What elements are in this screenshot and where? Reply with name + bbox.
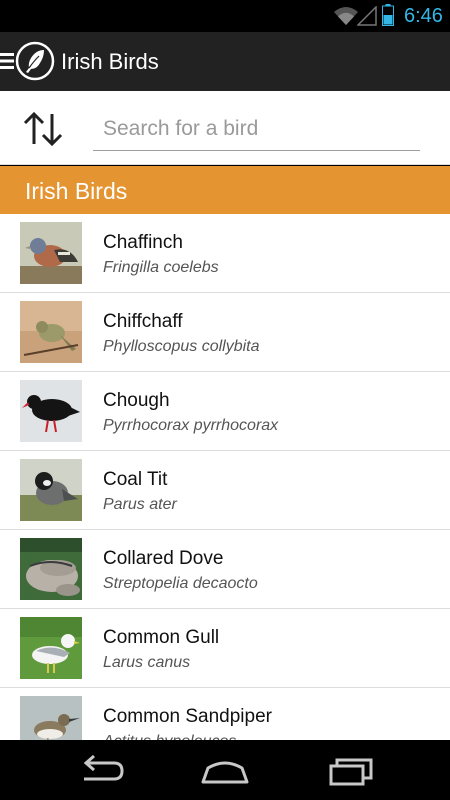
bird-thumbnail bbox=[20, 617, 82, 679]
app-title: Irish Birds bbox=[61, 49, 159, 74]
sort-up-down-arrows-icon[interactable] bbox=[22, 109, 64, 149]
bird-thumbnail bbox=[20, 380, 82, 442]
bird-common-name: Coal Tit bbox=[103, 469, 168, 490]
list-item-chiffchaff[interactable]: Chiffchaff Phylloscopus collybita bbox=[0, 293, 450, 372]
bird-common-name: Chough bbox=[103, 390, 170, 411]
status-clock: 6:46 bbox=[404, 5, 443, 27]
bird-latin-name: Larus canus bbox=[103, 654, 191, 671]
back-arrow-icon[interactable] bbox=[76, 754, 126, 786]
bird-latin-name: Streptopelia decaocto bbox=[103, 575, 258, 592]
bird-thumbnail bbox=[20, 696, 82, 740]
bird-latin-name: Actitus hypoleucos bbox=[103, 732, 236, 740]
bird-common-name: Chaffinch bbox=[103, 232, 183, 253]
bird-feather-logo-icon[interactable] bbox=[15, 41, 55, 81]
list-item-common-sandpiper[interactable]: Common Sandpiper Actitus hypoleucos bbox=[0, 688, 450, 740]
recent-apps-icon[interactable] bbox=[327, 754, 377, 786]
hamburger-menu-icon[interactable] bbox=[0, 51, 14, 71]
bird-latin-name: Fringilla coelebs bbox=[103, 259, 219, 276]
list-item-coal-tit[interactable]: Coal Tit Parus ater bbox=[0, 451, 450, 530]
cell-signal-icon bbox=[357, 6, 377, 26]
search-input[interactable] bbox=[93, 107, 420, 151]
bird-latin-name: Phylloscopus collybita bbox=[103, 338, 260, 355]
bird-latin-name: Parus ater bbox=[103, 496, 177, 513]
list-item-chaffinch[interactable]: Chaffinch Fringilla coelebs bbox=[0, 214, 450, 293]
bird-thumbnail bbox=[20, 301, 82, 363]
status-bar: 6:46 bbox=[0, 0, 450, 32]
section-header: Irish Birds bbox=[0, 166, 450, 214]
list-item-chough[interactable]: Chough Pyrrhocorax pyrrhocorax bbox=[0, 372, 450, 451]
bird-thumbnail bbox=[20, 222, 82, 284]
battery-icon bbox=[382, 4, 394, 26]
bird-thumbnail bbox=[20, 538, 82, 600]
bird-common-name: Collared Dove bbox=[103, 548, 224, 569]
home-icon[interactable] bbox=[200, 754, 250, 786]
bird-common-name: Chiffchaff bbox=[103, 311, 183, 332]
bird-common-name: Common Sandpiper bbox=[103, 706, 272, 727]
list-item-collared-dove[interactable]: Collared Dove Streptopelia decaocto bbox=[0, 530, 450, 609]
section-title: Irish Birds bbox=[25, 178, 128, 204]
search-row bbox=[0, 91, 450, 165]
action-bar: Irish Birds bbox=[0, 32, 450, 91]
bird-list[interactable]: Chaffinch Fringilla coelebs Chiffchaff P… bbox=[0, 214, 450, 740]
wifi-icon bbox=[334, 7, 358, 25]
bird-common-name: Common Gull bbox=[103, 627, 220, 648]
bird-thumbnail bbox=[20, 459, 82, 521]
list-item-common-gull[interactable]: Common Gull Larus canus bbox=[0, 609, 450, 688]
system-nav-bar bbox=[0, 740, 450, 800]
bird-latin-name: Pyrrhocorax pyrrhocorax bbox=[103, 417, 279, 434]
